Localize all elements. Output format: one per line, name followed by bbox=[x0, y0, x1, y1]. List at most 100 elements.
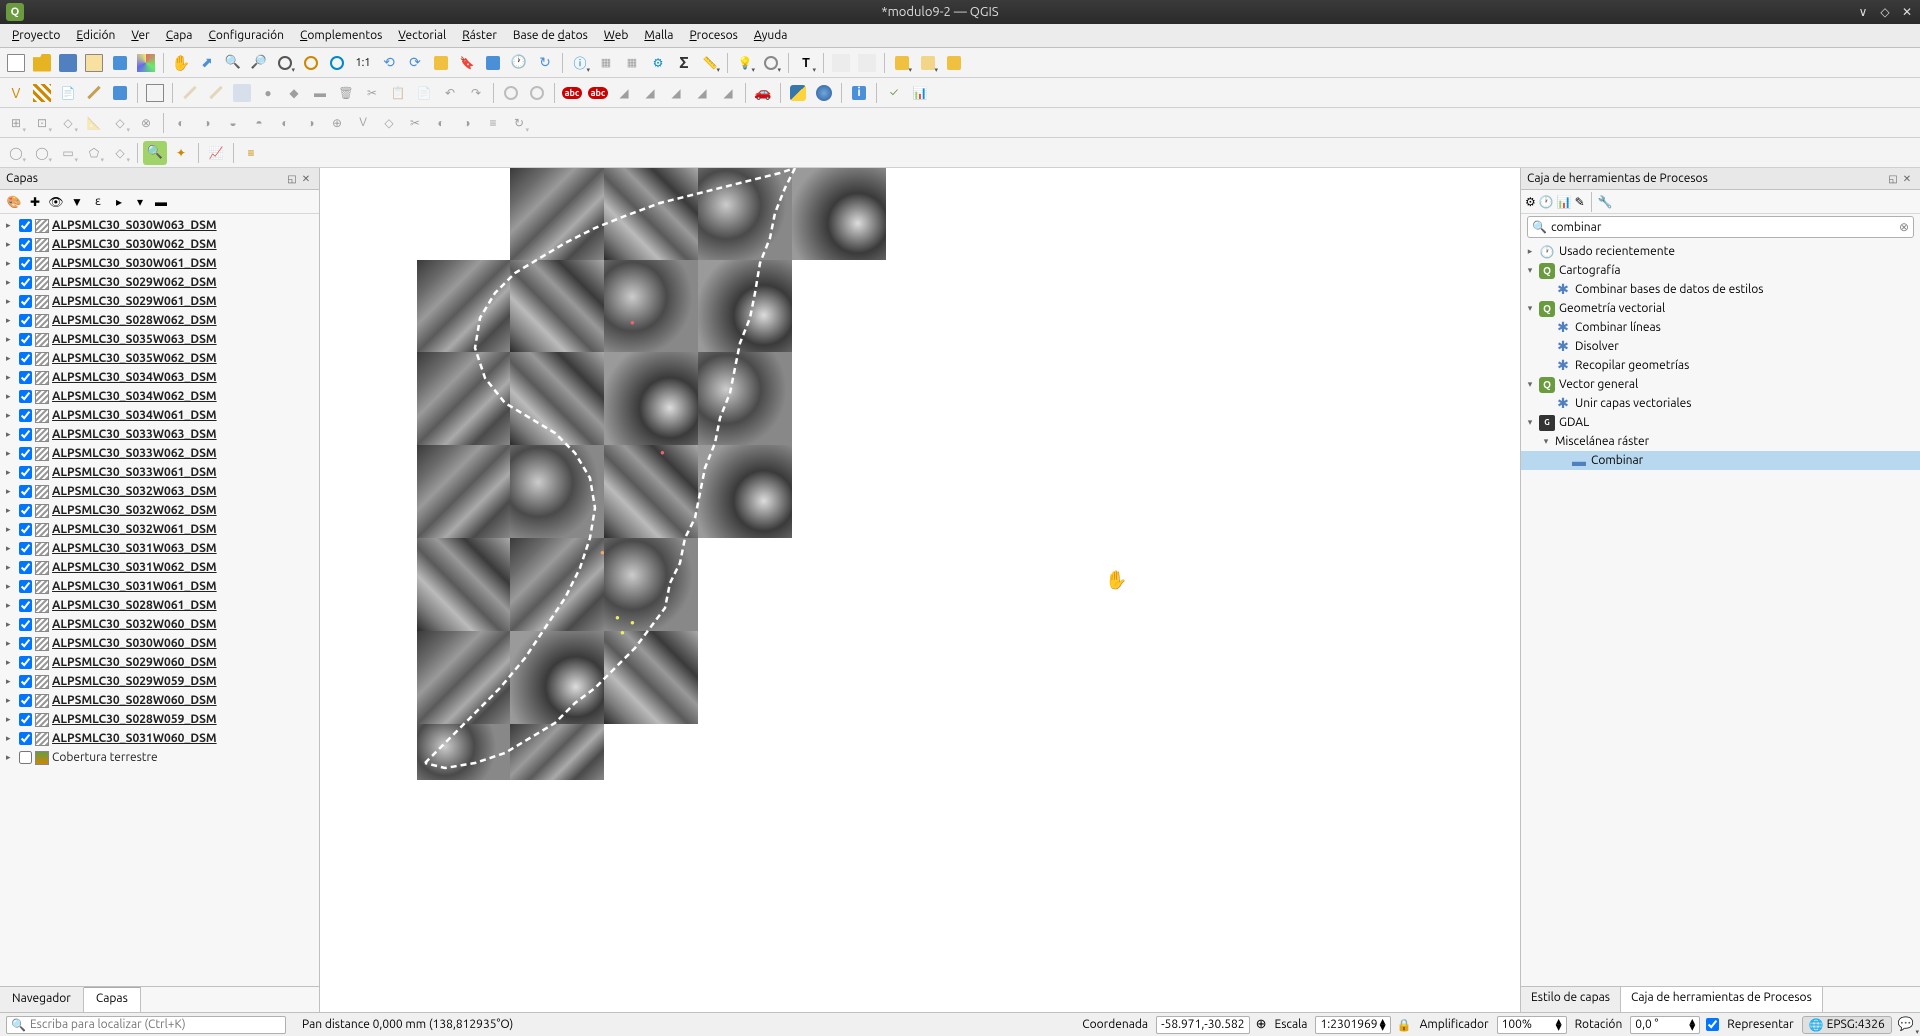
tree-arrow-icon[interactable]: ▾ bbox=[1525, 379, 1535, 390]
globe-button[interactable] bbox=[812, 81, 836, 105]
expand-arrow-icon[interactable]: ▸ bbox=[6, 524, 16, 535]
menu-capa[interactable]: Capa bbox=[158, 26, 201, 45]
layer-row[interactable]: ▸ ALPSMLC30_S033W061_DSM bbox=[0, 463, 319, 482]
text-annotation-button[interactable]: T bbox=[794, 51, 818, 75]
layer-row[interactable]: ▸ ALPSMLC30_S030W060_DSM bbox=[0, 634, 319, 653]
rot-value[interactable]: 0,0 °▴▾ bbox=[1630, 1016, 1700, 1034]
layer-visibility-checkbox[interactable] bbox=[19, 466, 32, 479]
select-all-button[interactable] bbox=[942, 51, 966, 75]
layer-visibility-checkbox[interactable] bbox=[19, 314, 32, 327]
undock-icon[interactable]: ◱ bbox=[285, 172, 299, 186]
tree-arrow-icon[interactable]: ▾ bbox=[1525, 303, 1535, 314]
layer-row[interactable]: ▸ ALPSMLC30_S031W062_DSM bbox=[0, 558, 319, 577]
expand-arrow-icon[interactable]: ▸ bbox=[6, 714, 16, 725]
style-btn[interactable]: 🎨 bbox=[4, 192, 24, 212]
new-layout-button[interactable] bbox=[82, 51, 106, 75]
mag-value[interactable]: 100%▴▾ bbox=[1497, 1016, 1567, 1034]
expand-arrow-icon[interactable]: ▸ bbox=[6, 600, 16, 611]
plugin-x-button[interactable]: ✦ bbox=[169, 141, 193, 165]
layer-visibility-checkbox[interactable] bbox=[19, 390, 32, 403]
save-project-button[interactable] bbox=[56, 51, 80, 75]
add-raster-button[interactable] bbox=[30, 81, 54, 105]
processing-tree-item[interactable]: ✱Disolver bbox=[1521, 337, 1920, 356]
new-shapefile-button[interactable]: 📄 bbox=[56, 81, 80, 105]
processing-tree-item[interactable]: ✱Recopilar geometrías bbox=[1521, 356, 1920, 375]
layer-visibility-checkbox[interactable] bbox=[19, 599, 32, 612]
coord-toggle-icon[interactable]: ⊕ bbox=[1256, 1017, 1267, 1032]
layer-visibility-checkbox[interactable] bbox=[19, 409, 32, 422]
layer-row[interactable]: ▸ ALPSMLC30_S029W062_DSM bbox=[0, 273, 319, 292]
tree-arrow-icon[interactable]: ▾ bbox=[1525, 417, 1535, 428]
coord-value[interactable]: -58.971,-30.582 bbox=[1156, 1016, 1249, 1034]
layer-visibility-checkbox[interactable] bbox=[19, 542, 32, 555]
expand-arrow-icon[interactable]: ▸ bbox=[6, 410, 16, 421]
layer-visibility-checkbox[interactable] bbox=[19, 485, 32, 498]
temporal-controller-button[interactable]: 🕐 bbox=[507, 51, 531, 75]
layer-row[interactable]: ▸ ALPSMLC30_S034W063_DSM bbox=[0, 368, 319, 387]
refresh-button[interactable]: ↻ bbox=[533, 51, 557, 75]
layer-visibility-checkbox[interactable] bbox=[19, 447, 32, 460]
messages-icon[interactable]: 💬 bbox=[1898, 1017, 1914, 1032]
maximize-button[interactable]: ◇ bbox=[1878, 5, 1892, 19]
layer-visibility-checkbox[interactable] bbox=[19, 713, 32, 726]
zoom-out-button[interactable]: 🔎 bbox=[247, 51, 271, 75]
tab-capas[interactable]: Capas bbox=[84, 987, 141, 1012]
expand-arrow-icon[interactable]: ▸ bbox=[6, 676, 16, 687]
layer-row[interactable]: ▸ ALPSMLC30_S033W062_DSM bbox=[0, 444, 319, 463]
layer-row[interactable]: ▸ ALPSMLC30_S034W062_DSM bbox=[0, 387, 319, 406]
proc-hist-btn[interactable]: 🕐 bbox=[1539, 195, 1554, 209]
layer-visibility-checkbox[interactable] bbox=[19, 238, 32, 251]
layer-visibility-checkbox[interactable] bbox=[19, 675, 32, 688]
layer-row[interactable]: ▸ ALPSMLC30_S034W061_DSM bbox=[0, 406, 319, 425]
layer-row[interactable]: ▸ ALPSMLC30_S031W060_DSM bbox=[0, 729, 319, 748]
proc-opt-btn[interactable]: 🔧 bbox=[1598, 195, 1613, 209]
map-tips-button[interactable]: 💡 bbox=[733, 51, 757, 75]
lock-icon[interactable]: 🔒 bbox=[1397, 1018, 1412, 1032]
menu-base-de-datos[interactable]: Base de datos bbox=[505, 26, 596, 45]
render-checkbox[interactable] bbox=[1706, 1018, 1719, 1031]
processing-tree-item[interactable]: ▬Combinar bbox=[1521, 451, 1920, 470]
layer-row[interactable]: ▸ Cobertura terrestre bbox=[0, 748, 319, 767]
measure-button[interactable]: 📏 bbox=[698, 51, 722, 75]
menu-procesos[interactable]: Procesos bbox=[681, 26, 745, 45]
visibility-btn[interactable]: 👁 bbox=[46, 192, 66, 212]
help-button[interactable]: i bbox=[847, 81, 871, 105]
expand-arrow-icon[interactable]: ▸ bbox=[6, 486, 16, 497]
tab-estilo-capas[interactable]: Estilo de capas bbox=[1521, 987, 1621, 1012]
layer-row[interactable]: ▸ ALPSMLC30_S028W059_DSM bbox=[0, 710, 319, 729]
processing-tree-item[interactable]: ▾QVector general bbox=[1521, 375, 1920, 394]
add-vector-button[interactable]: V bbox=[4, 81, 28, 105]
pan-button[interactable]: ✋ bbox=[169, 51, 193, 75]
menu-configuración[interactable]: Configuración bbox=[200, 26, 292, 45]
zoom-last-button[interactable]: ⟲ bbox=[377, 51, 401, 75]
menu-ayuda[interactable]: Ayuda bbox=[746, 26, 796, 45]
expand-arrow-icon[interactable]: ▸ bbox=[6, 372, 16, 383]
expr-btn[interactable]: ε bbox=[88, 192, 108, 212]
layer-row[interactable]: ▸ ALPSMLC30_S028W061_DSM bbox=[0, 596, 319, 615]
layer-row[interactable]: ▸ ALPSMLC30_S032W061_DSM bbox=[0, 520, 319, 539]
layer-visibility-checkbox[interactable] bbox=[19, 618, 32, 631]
stats-button[interactable]: Σ bbox=[672, 51, 696, 75]
new-map-view-button[interactable] bbox=[429, 51, 453, 75]
deselect-button[interactable] bbox=[916, 51, 940, 75]
layer-visibility-checkbox[interactable] bbox=[19, 257, 32, 270]
zoom-next-button[interactable]: ⟳ bbox=[403, 51, 427, 75]
expand-arrow-icon[interactable]: ▸ bbox=[6, 258, 16, 269]
close-panel-icon[interactable]: ✕ bbox=[299, 172, 313, 186]
expand-arrow-icon[interactable]: ▸ bbox=[6, 391, 16, 402]
close-proc-icon[interactable]: ✕ bbox=[1900, 172, 1914, 186]
temporal-button[interactable] bbox=[481, 51, 505, 75]
label2-button[interactable]: abc bbox=[586, 81, 610, 105]
processing-tree-item[interactable]: ▾QCartografía bbox=[1521, 261, 1920, 280]
undock-proc-icon[interactable]: ◱ bbox=[1886, 172, 1900, 186]
expand-arrow-icon[interactable]: ▸ bbox=[6, 543, 16, 554]
new-virtual-button[interactable] bbox=[143, 81, 167, 105]
layer-row[interactable]: ▸ ALPSMLC30_S031W063_DSM bbox=[0, 539, 319, 558]
layer-row[interactable]: ▸ ALPSMLC30_S029W061_DSM bbox=[0, 292, 319, 311]
layer-row[interactable]: ▸ ALPSMLC30_S030W062_DSM bbox=[0, 235, 319, 254]
layer-row[interactable]: ▸ ALPSMLC30_S033W063_DSM bbox=[0, 425, 319, 444]
menu-edición[interactable]: Edición bbox=[68, 26, 123, 45]
layer-visibility-checkbox[interactable] bbox=[19, 637, 32, 650]
layers-tree[interactable]: ▸ ALPSMLC30_S030W063_DSM▸ ALPSMLC30_S030… bbox=[0, 214, 319, 986]
layer-visibility-checkbox[interactable] bbox=[19, 295, 32, 308]
